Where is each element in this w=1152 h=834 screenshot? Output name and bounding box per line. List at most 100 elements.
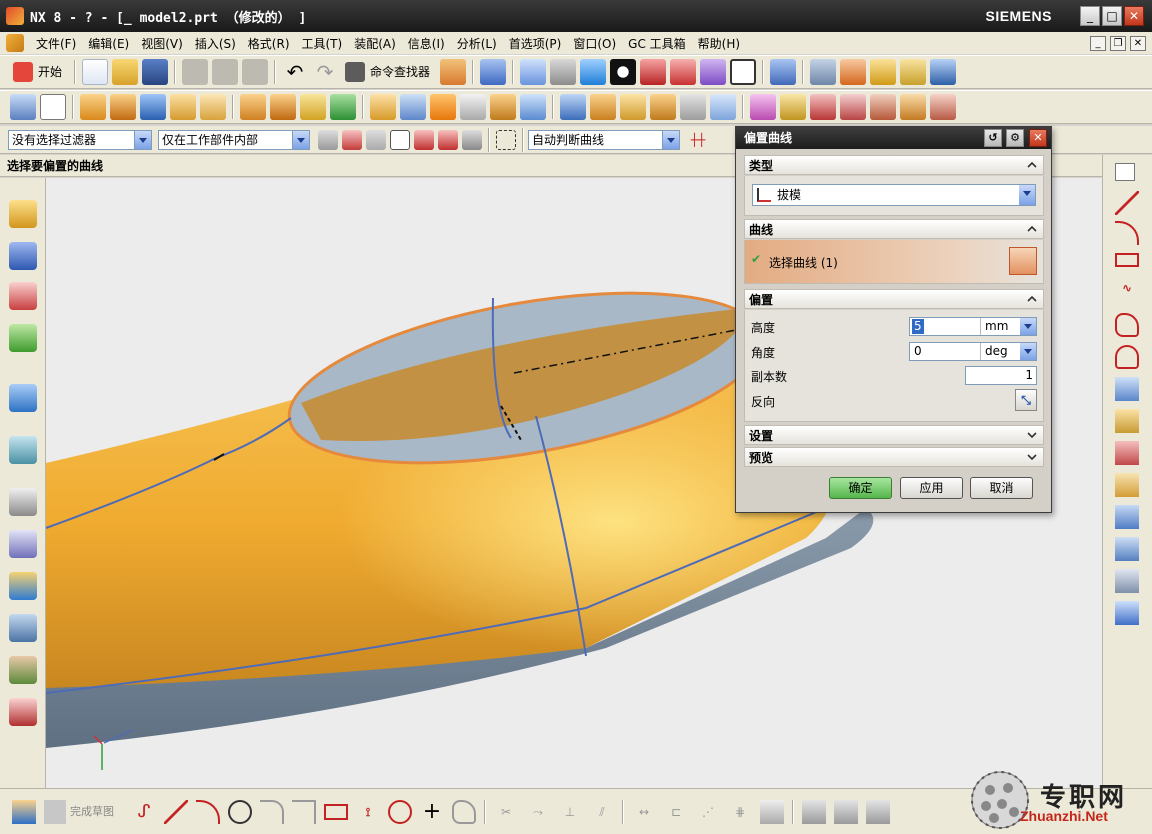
- select-bodies-icon[interactable]: [438, 129, 458, 150]
- chevron-down-icon[interactable]: [662, 130, 679, 149]
- angle-field[interactable]: 0 deg: [909, 342, 1037, 361]
- intersection-curve-icon[interactable]: [1115, 441, 1139, 465]
- dimension-icon[interactable]: ↔: [632, 800, 656, 824]
- angle-input[interactable]: 0: [914, 343, 922, 360]
- wrap-curve-icon[interactable]: [1115, 569, 1139, 593]
- sketch-style-icon[interactable]: [760, 799, 784, 824]
- basic-curves-icon[interactable]: [1115, 345, 1139, 369]
- fillet-icon[interactable]: [260, 799, 284, 824]
- menu-format[interactable]: 格式(R): [242, 35, 296, 52]
- quick-extend-icon[interactable]: ⤳: [526, 800, 550, 824]
- select-all-icon[interactable]: [342, 129, 362, 150]
- type-filter-dropdown[interactable]: 没有选择过滤器: [8, 129, 152, 150]
- delay-evaluation-icon[interactable]: [866, 799, 890, 824]
- unite-icon[interactable]: [240, 94, 266, 120]
- web-browser-icon[interactable]: [9, 436, 37, 464]
- sketch-plane-icon[interactable]: [40, 94, 66, 120]
- paste-icon[interactable]: [242, 59, 269, 85]
- intersect-icon[interactable]: [300, 94, 326, 120]
- quick-trim-icon[interactable]: ✂: [494, 800, 518, 824]
- ok-button[interactable]: 确定: [829, 477, 892, 499]
- maximize-button[interactable]: □: [1102, 6, 1122, 26]
- sketch-icon[interactable]: [12, 799, 36, 824]
- part-navigator-icon[interactable]: [9, 282, 37, 310]
- new-file-icon[interactable]: [82, 59, 109, 85]
- assembly-navigator-icon[interactable]: [9, 200, 37, 228]
- type-dropdown[interactable]: 拔模: [752, 184, 1036, 206]
- settings-group-header[interactable]: 设置: [744, 425, 1044, 445]
- section-cube-icon[interactable]: [670, 59, 697, 85]
- deselect-icon[interactable]: [366, 129, 386, 150]
- undo-icon[interactable]: ↶: [282, 59, 308, 85]
- menu-view[interactable]: 视图(V): [135, 35, 189, 52]
- height-field[interactable]: 5 mm: [909, 317, 1037, 336]
- delete-face-icon[interactable]: [810, 94, 836, 120]
- synchronous-pull-icon[interactable]: [780, 94, 806, 120]
- layer-settings-icon[interactable]: [810, 59, 837, 85]
- revolve-icon[interactable]: [110, 94, 136, 120]
- edge-blend-icon[interactable]: [370, 94, 396, 120]
- chamfer-icon[interactable]: [292, 799, 316, 824]
- menu-gc-toolbox[interactable]: GC 工具箱: [622, 35, 692, 52]
- synchronous-move-icon[interactable]: [750, 94, 776, 120]
- curve-rule-dropdown[interactable]: 自动判断曲线: [528, 129, 680, 150]
- document-icon[interactable]: [6, 34, 24, 52]
- profile-icon[interactable]: ᔑ: [132, 800, 156, 824]
- show-constraints-icon[interactable]: ⋰: [696, 800, 720, 824]
- rectangle-icon[interactable]: [1115, 253, 1139, 267]
- minimize-button[interactable]: _: [1080, 6, 1100, 26]
- mirror-icon[interactable]: [590, 94, 616, 120]
- resize-face-icon[interactable]: [870, 94, 896, 120]
- extrude-icon[interactable]: [80, 94, 106, 120]
- trim-curve-icon[interactable]: [1115, 601, 1139, 625]
- chevron-down-icon[interactable]: [134, 130, 151, 149]
- shell-icon[interactable]: [460, 94, 486, 120]
- dialog-title-bar[interactable]: 偏置曲线 ↺ ⚙ ✕: [736, 127, 1051, 149]
- type-group-header[interactable]: 类型: [744, 155, 1044, 175]
- view-orient-icon[interactable]: [770, 59, 797, 85]
- sketch-spline-icon[interactable]: ⟟: [356, 800, 380, 824]
- rectangle-select-icon[interactable]: [496, 129, 516, 150]
- finish-sketch-button[interactable]: 完成草图: [44, 799, 124, 824]
- preview-group-header[interactable]: 预览: [744, 447, 1044, 467]
- copies-input[interactable]: 1: [965, 366, 1037, 385]
- hole-icon[interactable]: [170, 94, 196, 120]
- split-body-icon[interactable]: [520, 94, 546, 120]
- information-icon[interactable]: [480, 59, 507, 85]
- history-clock-icon[interactable]: [9, 488, 37, 516]
- layer-cube-icon[interactable]: [700, 59, 727, 85]
- boss-icon[interactable]: [200, 94, 226, 120]
- selection-scope-dropdown[interactable]: 仅在工作部件内部: [158, 129, 310, 150]
- face-draft-icon[interactable]: [930, 94, 956, 120]
- menu-analysis[interactable]: 分析(L): [451, 35, 503, 52]
- draft-icon[interactable]: [430, 94, 456, 120]
- reuse-library-icon[interactable]: [9, 324, 37, 352]
- block-icon[interactable]: [140, 94, 166, 120]
- replace-face-icon[interactable]: [840, 94, 866, 120]
- point-icon[interactable]: +: [420, 799, 444, 824]
- apply-button[interactable]: 应用: [900, 477, 963, 499]
- select-curve-icon[interactable]: [1009, 247, 1037, 275]
- thicken-icon[interactable]: [650, 94, 676, 120]
- wcs-icon[interactable]: [840, 59, 867, 85]
- process-studio-icon[interactable]: [9, 572, 37, 600]
- system-scenes-icon[interactable]: [9, 698, 37, 726]
- select-faces-icon[interactable]: [390, 129, 410, 150]
- studio-spline-icon[interactable]: ∿: [1115, 281, 1139, 305]
- reattach-icon[interactable]: [802, 799, 826, 824]
- chevron-down-icon[interactable]: [1020, 343, 1036, 360]
- analysis-icon[interactable]: [930, 59, 957, 85]
- measure-icon[interactable]: [900, 59, 927, 85]
- menu-tools[interactable]: 工具(T): [296, 35, 349, 52]
- curve-group-header[interactable]: 曲线: [744, 219, 1044, 239]
- project-curve-icon[interactable]: [1115, 377, 1139, 401]
- rendering-style-icon[interactable]: [610, 59, 637, 85]
- offset-region-icon[interactable]: [900, 94, 926, 120]
- chevron-up-icon[interactable]: [1027, 160, 1037, 170]
- menu-preferences[interactable]: 首选项(P): [503, 35, 568, 52]
- mdi-minimize-button[interactable]: _: [1090, 36, 1106, 51]
- auto-constrain-icon[interactable]: ⋕: [728, 800, 752, 824]
- menu-assembly[interactable]: 装配(A): [348, 35, 402, 52]
- datum-csys-icon[interactable]: [710, 94, 736, 120]
- mdi-close-button[interactable]: ✕: [1130, 36, 1146, 51]
